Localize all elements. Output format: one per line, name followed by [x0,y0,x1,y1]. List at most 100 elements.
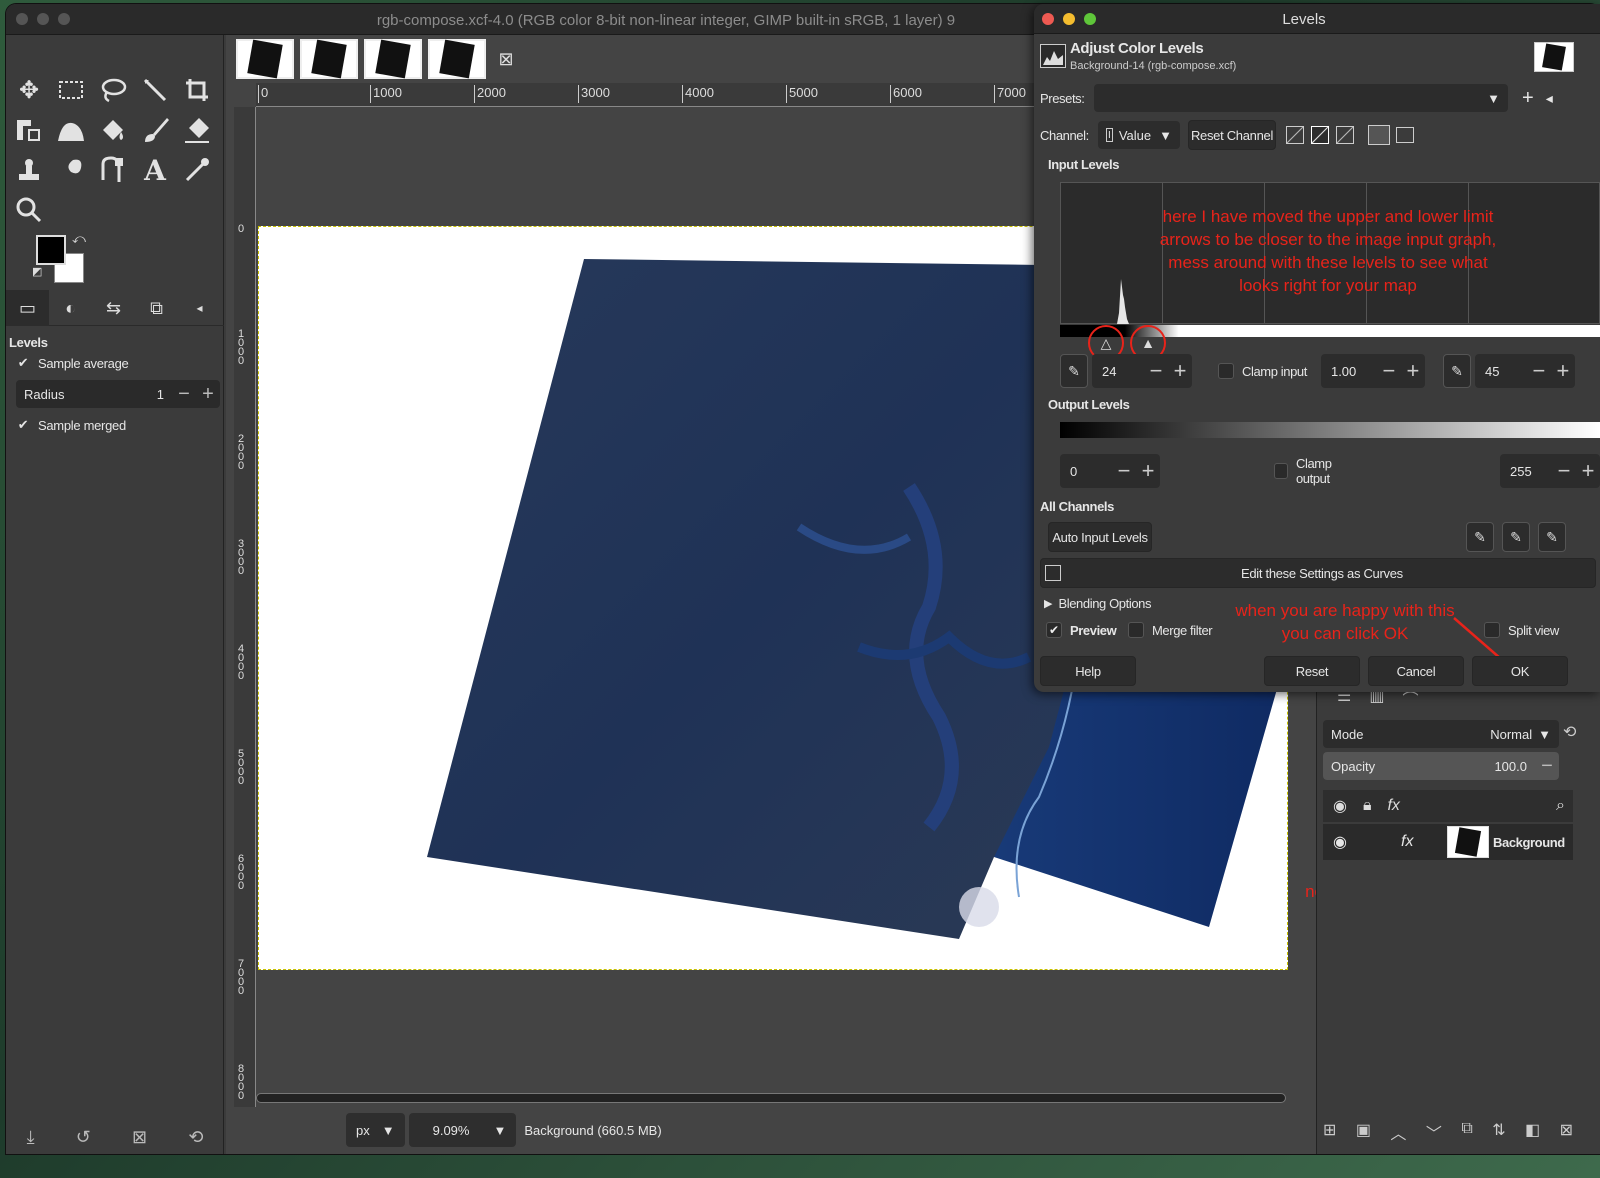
ok-button[interactable]: OK [1472,656,1568,686]
fx-icon[interactable]: fx [1401,833,1413,851]
duplicate-layer-icon[interactable]: ⧉ [1461,1120,1472,1144]
reset-button[interactable]: Reset [1264,656,1360,686]
minus-icon[interactable]: − [1377,358,1401,384]
opacity-slider[interactable]: Opacity 100.0 − [1323,752,1559,780]
layer-name[interactable]: Background [1493,835,1565,850]
cancel-button[interactable]: Cancel [1368,656,1464,686]
radius-value[interactable]: 1 [142,387,172,402]
device-status-tab-icon[interactable]: ◐ [49,290,92,326]
black-point-picker-icon[interactable]: ✎ [1060,354,1088,388]
image-tab[interactable] [428,39,486,79]
perceptual-histogram-icon[interactable] [1336,126,1354,144]
reset-options-icon[interactable]: ⟲ [188,1127,203,1148]
radius-spinner[interactable]: Radius 1 − + [16,380,220,408]
output-high-spinner[interactable]: 255 − + [1500,454,1600,488]
minus-icon[interactable]: − [1552,458,1576,484]
image-tab[interactable] [300,39,358,79]
unified-transform-icon[interactable] [10,111,48,149]
tool-options-tab-icon[interactable]: ▭ [6,290,49,326]
fuzzy-select-icon[interactable] [136,71,174,109]
warp-icon[interactable] [52,111,90,149]
visibility-icon[interactable]: ◉ [1333,796,1347,816]
merge-filter-checkbox[interactable]: Merge filter [1128,622,1213,638]
gamma-spinner[interactable]: 1.00 − + [1320,354,1425,388]
presets-select[interactable]: ▼ [1094,84,1508,112]
raise-layer-icon[interactable]: ︿ [1390,1120,1406,1144]
image-tab[interactable] [364,39,422,79]
restore-options-icon[interactable]: ↺ [76,1127,91,1148]
eraser-icon[interactable] [178,111,216,149]
add-preset-icon[interactable]: + [1522,87,1534,110]
channel-select[interactable]: I Value ▼ [1098,121,1180,149]
image-tab[interactable] [236,39,294,79]
auto-input-levels-button[interactable]: Auto Input Levels [1048,522,1152,552]
horizontal-scrollbar[interactable] [256,1093,1286,1103]
fx-icon[interactable]: fx [1387,797,1399,815]
minus-icon[interactable]: − [172,383,196,406]
blending-options-expander[interactable]: ▶ Blending Options [1044,596,1151,611]
output-low-spinner[interactable]: 0 − + [1060,454,1160,488]
foreground-color-swatch[interactable] [36,235,66,265]
input-high-value[interactable]: 45 [1475,364,1527,379]
plus-icon[interactable]: + [1168,358,1192,384]
plus-icon[interactable]: + [196,383,220,406]
color-picker-icon[interactable] [178,151,216,189]
log-histogram-icon[interactable] [1311,126,1329,144]
zoom-select[interactable]: 9.09% ▼ [408,1113,517,1147]
layer-row[interactable]: ◉ fx Background [1323,824,1573,860]
rect-select-icon[interactable] [52,71,90,109]
delete-options-icon[interactable]: ⊠ [132,1127,147,1148]
clamp-output-checkbox[interactable] [1274,463,1288,479]
sample-merged-checkbox[interactable]: ✔ Sample merged [6,412,224,438]
reset-channel-button[interactable]: Reset Channel [1188,120,1276,150]
auto-white-picker-icon[interactable]: ✎ [1538,522,1566,552]
paths-icon[interactable] [94,151,132,189]
minus-icon[interactable]: − [1144,358,1168,384]
undo-history-tab-icon[interactable]: ⇆ [92,290,135,326]
mode-reset-icon[interactable]: ⟲ [1563,722,1576,742]
visibility-icon[interactable]: ◉ [1333,832,1347,852]
white-point-picker-icon[interactable]: ✎ [1442,354,1471,388]
sample-average-checkbox[interactable]: ✔ Sample average [6,350,224,376]
help-button[interactable]: Help [1040,656,1136,686]
smudge-icon[interactable] [52,151,90,189]
swap-colors-icon[interactable]: ⤺ [72,231,86,247]
edit-as-curves-button[interactable]: Edit these Settings as Curves [1040,558,1596,588]
histogram-view-icon[interactable] [1368,125,1390,145]
input-histogram[interactable]: here I have moved the upper and lower li… [1060,182,1600,324]
minus-icon[interactable]: − [1527,358,1551,384]
lasso-icon[interactable] [94,71,132,109]
linear-histogram-icon[interactable] [1286,126,1304,144]
plus-icon[interactable]: + [1401,358,1425,384]
default-colors-icon[interactable]: ◩ [32,265,42,278]
input-low-spinner[interactable]: 24 − + [1092,354,1192,388]
lower-layer-icon[interactable]: ﹀ [1426,1120,1442,1144]
delete-layer-icon[interactable]: ⊠ [1560,1120,1573,1144]
minus-icon[interactable]: − [1535,755,1559,778]
minus-icon[interactable]: − [1112,458,1136,484]
tab-menu-icon[interactable]: ◂ [178,290,221,326]
new-group-icon[interactable]: ▣ [1356,1120,1371,1144]
search-icon[interactable]: ⌕ [1556,797,1565,815]
merge-down-icon[interactable]: ⇅ [1492,1120,1505,1144]
new-layer-icon[interactable]: ⊞ [1323,1120,1336,1144]
auto-black-picker-icon[interactable]: ✎ [1466,522,1494,552]
clone-icon[interactable] [10,151,48,189]
zoom-icon[interactable] [10,191,48,229]
lock-icon[interactable]: 🔒︎ [1363,797,1372,815]
plus-icon[interactable]: + [1136,458,1160,484]
clamp-input-checkbox[interactable] [1218,363,1234,379]
unit-select[interactable]: px ▼ [346,1113,405,1147]
auto-gray-picker-icon[interactable]: ✎ [1502,522,1530,552]
save-options-icon[interactable]: ⤓ [27,1127,35,1148]
plus-icon[interactable]: + [1551,358,1575,384]
bucket-fill-icon[interactable] [94,111,132,149]
preset-menu-icon[interactable]: ◂ [1546,90,1553,107]
paintbrush-icon[interactable] [136,111,174,149]
crop-icon[interactable] [178,71,216,109]
move-icon[interactable]: ✥ [10,71,48,109]
plus-icon[interactable]: + [1576,458,1600,484]
input-high-spinner[interactable]: 45 − + [1474,354,1575,388]
histogram-scale-icon[interactable] [1396,127,1414,143]
text-icon[interactable]: A [136,151,174,189]
